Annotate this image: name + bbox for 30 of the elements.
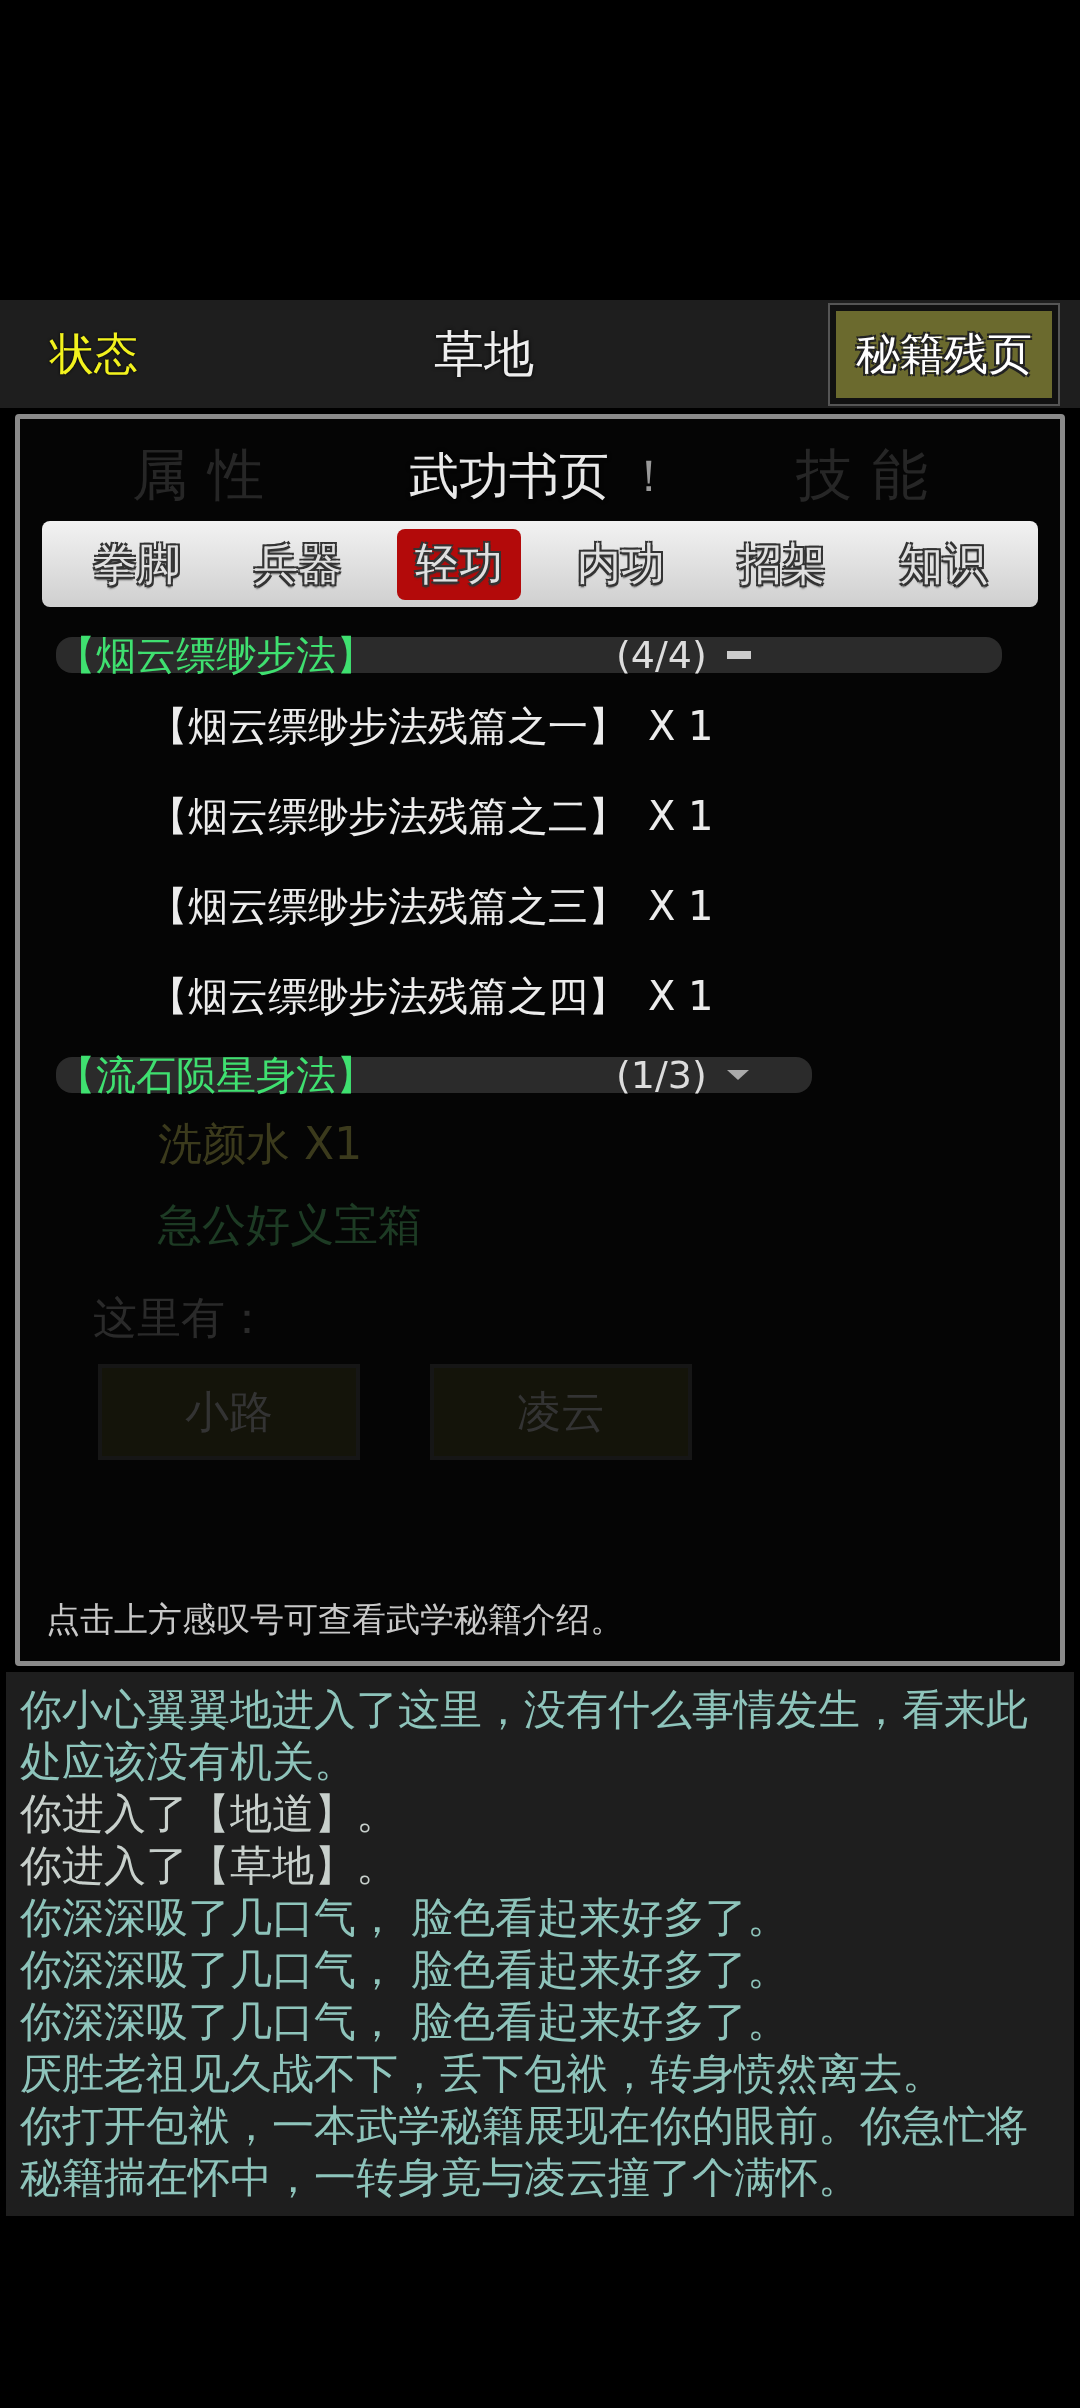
log-line: 你深深吸了几口气， 脸色看起来好多了。 [20,1892,791,1944]
log-line: 厌胜老祖见久战不下，丢下包袱，转身愤然离去。 [20,2048,945,2100]
info-button[interactable]: ！ [627,446,671,506]
book-pages-button[interactable]: 秘籍残页 [830,304,1058,404]
page-name: 【烟云缥缈步法残篇之四】 [148,971,628,1021]
log-line: 你深深吸了几口气， 脸色看起来好多了。 [20,1944,791,1996]
quantity: X 1 [648,973,714,1019]
group-header[interactable]: 【烟云缥缈步法】 (4/4) [56,637,1002,673]
page-name: 【烟云缥缈步法残篇之一】 [148,701,628,751]
category-tab[interactable]: 轻功 [397,528,522,600]
category-tab[interactable]: 内功 [558,528,683,600]
log-line: 你小心翼翼地进入了这里，没有什么事情发生，看来此处应该没有机关。 [20,1684,1029,1788]
category-tab[interactable]: 招架 [719,528,844,600]
category-tab[interactable]: 知识 [881,528,1006,600]
category-tab[interactable]: 拳脚 [74,528,199,600]
page-name: 【烟云缥缈步法残篇之三】 [148,881,628,931]
hint-text: 点击上方感叹号可查看武学秘籍介绍。 [46,1598,625,1641]
log-line: 你打开包袱，一本武学秘籍展现在你的眼前。你急忙将秘籍揣在怀中，一转身竟与凌云撞了个满怀。 [20,2100,1029,2204]
category-tab[interactable]: 兵器 [236,528,360,600]
status-label[interactable]: 状态 [50,324,138,384]
quantity: X 1 [648,883,714,929]
location-title: 草地 [433,323,535,385]
quantity: X 1 [648,793,714,839]
page-name: 【烟云缥缈步法残篇之二】 [148,791,628,841]
log-line: 你进入了【地道】。 [20,1788,399,1840]
log-line: 你深深吸了几口气， 脸色看起来好多了。 [20,1996,791,2048]
group-header[interactable]: 【流石陨星身法】 (1/3) [56,1057,812,1093]
log-line: 你进入了【草地】。 [20,1840,399,1892]
quantity: X 1 [648,703,714,749]
dialog-title: 武功书页 [409,445,609,507]
